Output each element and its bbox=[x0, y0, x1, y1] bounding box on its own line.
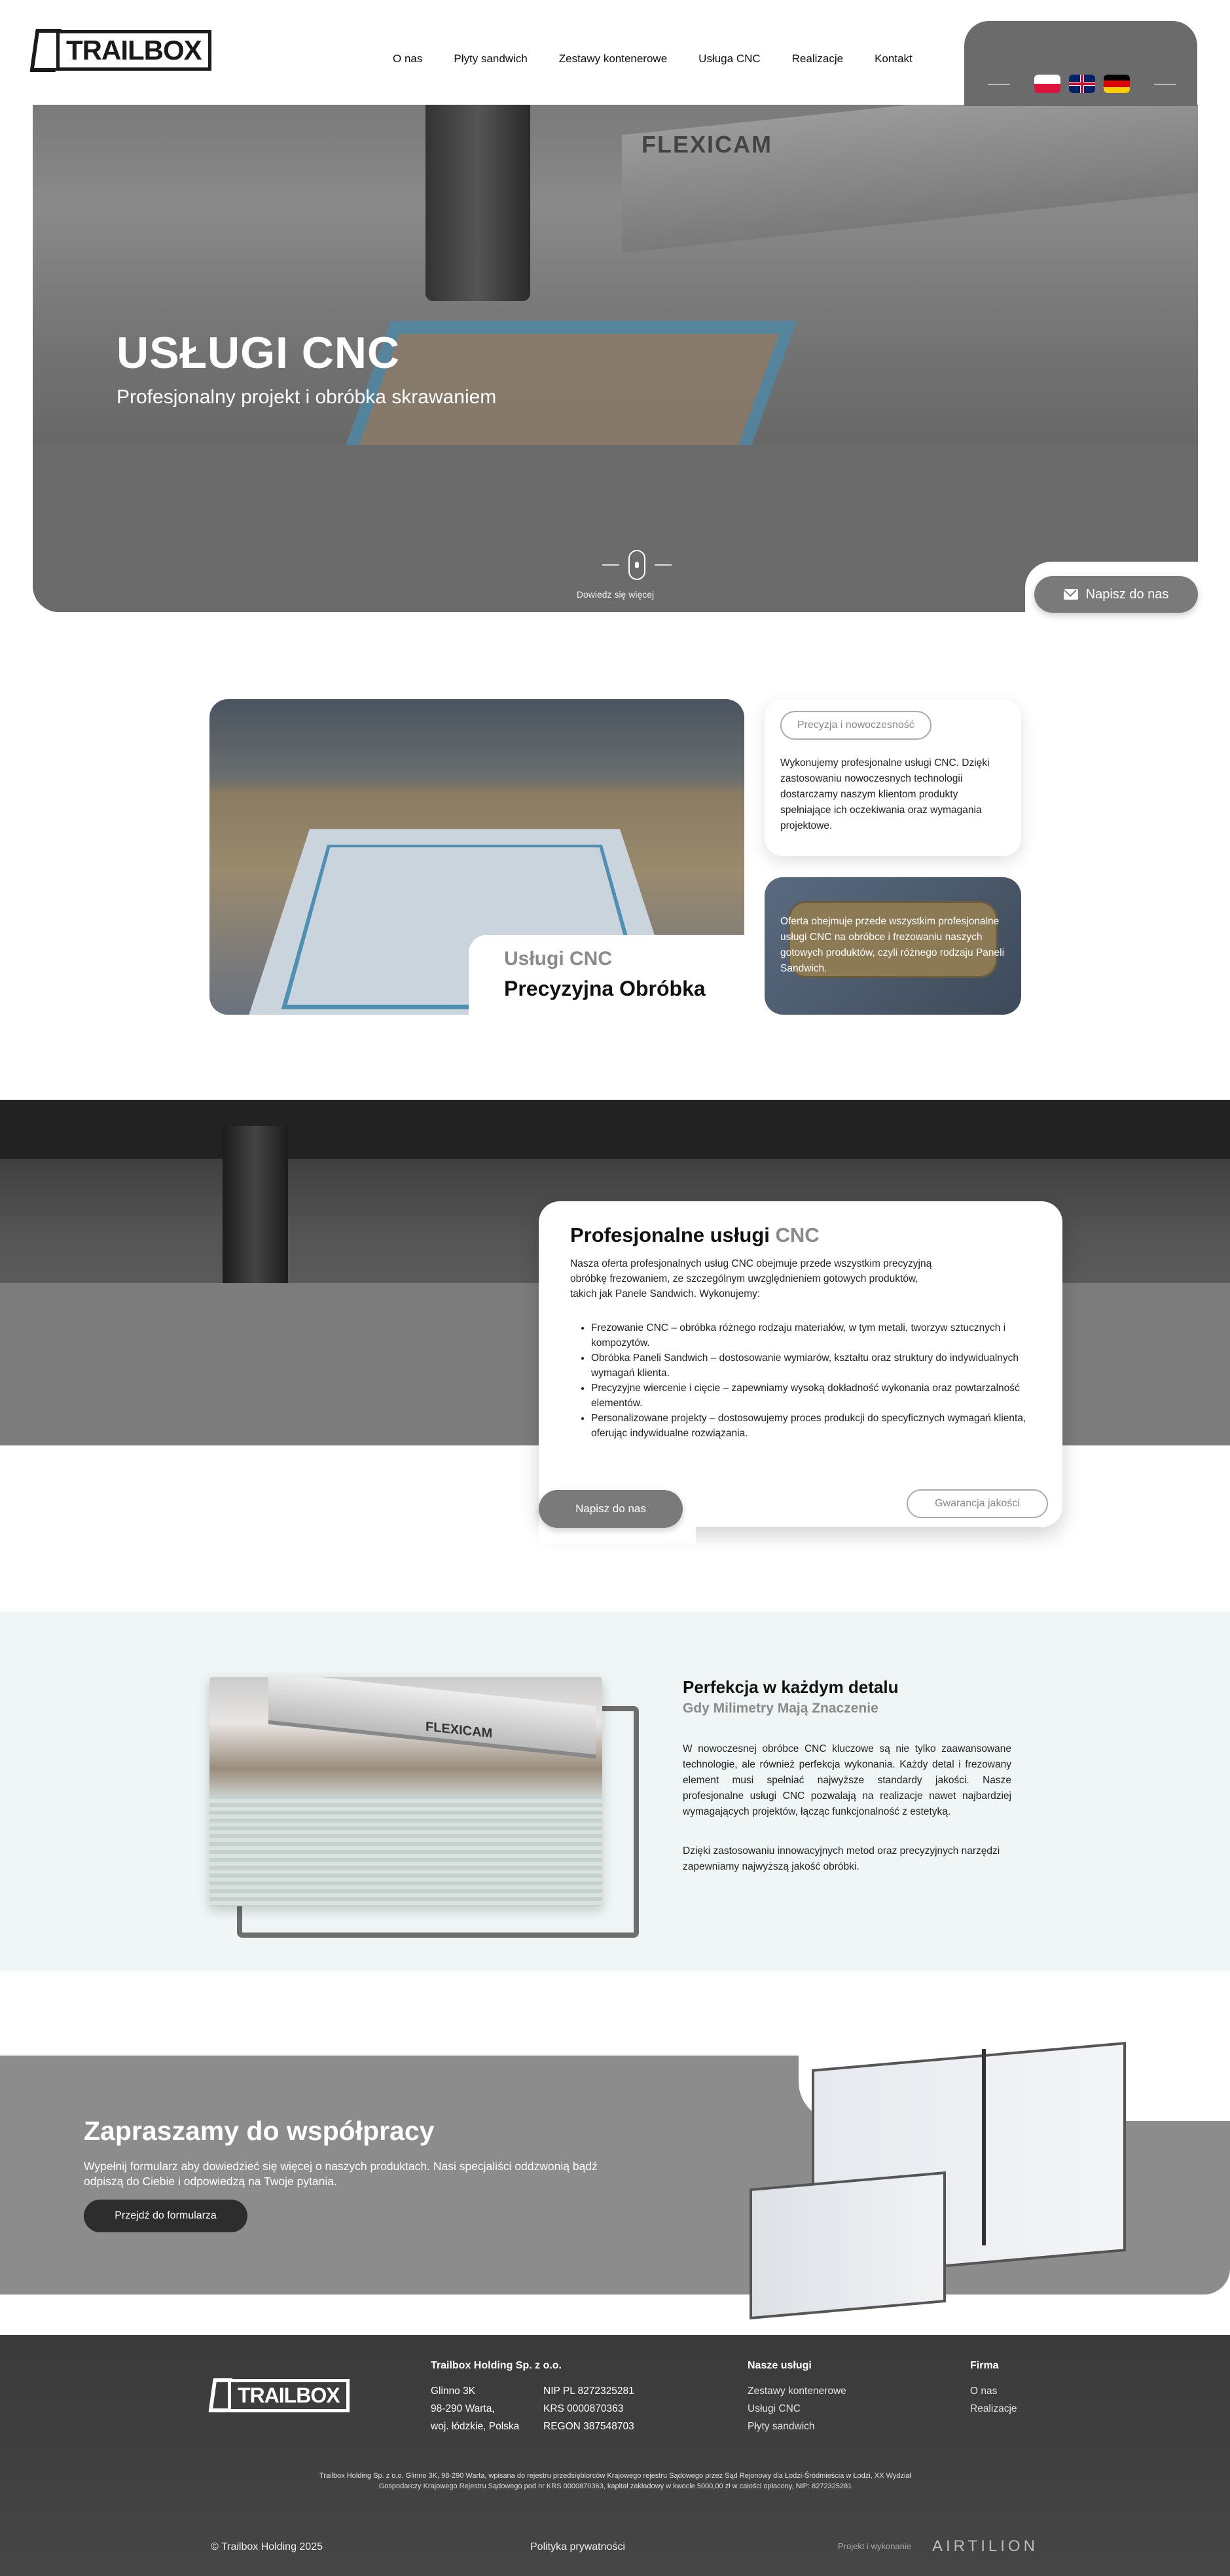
container-small-body bbox=[750, 2171, 946, 2320]
main-nav: O nas Płyty sandwich Zestawy kontenerowe… bbox=[393, 52, 913, 65]
services-list: Frezowanie CNC – obróbka różnego rodzaju… bbox=[591, 1320, 1043, 1441]
footer-made-by: Projekt i wykonanie bbox=[838, 2541, 911, 2551]
hero-sheet bbox=[33, 445, 1198, 612]
footer-services-col: Nasze usługi Zestawy kontenerowe Usługi … bbox=[748, 2357, 846, 2435]
detail-subtitle: Gdy Milimetry Mają Znaczenie bbox=[683, 1701, 878, 1716]
nav-item-kontakt[interactable]: Kontakt bbox=[875, 52, 913, 65]
intro-caption-tab bbox=[469, 935, 757, 1016]
footer-company-col: Trailbox Holding Sp. z o.o. Glinno 3K 98… bbox=[431, 2357, 562, 2435]
nav-item-plyty-sandwich[interactable]: Płyty sandwich bbox=[454, 52, 527, 65]
footer-link-o-nas[interactable]: O nas bbox=[970, 2382, 1017, 2400]
cta-form-button[interactable]: Przejdź do formularza bbox=[84, 2200, 247, 2232]
services-list-item: Frezowanie CNC – obróbka różnego rodzaju… bbox=[591, 1320, 1043, 1351]
flag-de-icon[interactable] bbox=[1104, 75, 1130, 93]
footer-link-plyty[interactable]: Płyty sandwich bbox=[748, 2418, 846, 2435]
footer-legal-text: Trailbox Holding Sp. z o.o. Glinno 3K, 9… bbox=[319, 2472, 911, 2490]
services-list-item: Obróbka Paneli Sandwich – dostosowanie w… bbox=[591, 1351, 1043, 1381]
services-title-gray: CNC bbox=[775, 1224, 820, 1246]
footer-agency-logo[interactable]: AIRTILION bbox=[932, 2537, 1038, 2556]
hero-machine-label: FLEXICAM bbox=[642, 131, 772, 158]
footer-privacy-link[interactable]: Polityka prywatności bbox=[530, 2541, 625, 2553]
scroll-line-left bbox=[602, 564, 619, 566]
footer-nip: NIP PL 8272325281 bbox=[543, 2386, 634, 2397]
cta-title: Zapraszamy do współpracy bbox=[84, 2116, 435, 2146]
mail-icon bbox=[1063, 589, 1078, 600]
detail-title: Perfekcja w każdym detalu bbox=[683, 1677, 899, 1697]
language-switcher bbox=[964, 21, 1197, 106]
scroll-line-right bbox=[655, 564, 672, 566]
intro-card: Precyzja i nowoczesność Wykonujemy profe… bbox=[765, 699, 1021, 856]
footer-address-line: 98-290 Warta, bbox=[431, 2403, 495, 2414]
site-footer bbox=[0, 2335, 1230, 2576]
footer-services-title: Nasze usługi bbox=[748, 2360, 812, 2371]
services-list-item: Personalizowane projekty – dostosowujemy… bbox=[591, 1411, 1043, 1441]
intro-card-text: Wykonujemy profesjonalne usługi CNC. Dzi… bbox=[780, 757, 990, 831]
container-large-door bbox=[982, 2049, 1113, 2245]
services-intro: Nasza oferta profesjonalnych usług CNC o… bbox=[570, 1258, 932, 1299]
hero-machine-beam bbox=[622, 105, 1198, 253]
intro-image-card-text: Oferta obejmuje przede wszystkim profesj… bbox=[780, 916, 1005, 974]
contact-button[interactable]: Napisz do nas bbox=[1034, 576, 1198, 613]
trailbox-logo[interactable]: TRAILBOX bbox=[29, 29, 211, 72]
intro-label-gray: Usługi CNC bbox=[504, 948, 612, 970]
detail-paragraph-2: Dzięki zastosowaniu innowacyjnych metod … bbox=[683, 1845, 1000, 1872]
detail-panel bbox=[209, 1795, 602, 1906]
hero-title: USŁUGI CNC bbox=[117, 328, 401, 378]
footer-company-name: Trailbox Holding Sp. z o.o. bbox=[431, 2360, 562, 2371]
flag-pl-icon[interactable] bbox=[1034, 75, 1060, 93]
services-contact-button[interactable]: Napisz do nas bbox=[539, 1490, 683, 1528]
intro-label-dark: Precyzyjna Obróbka bbox=[504, 977, 706, 1000]
footer-copyright: © Trailbox Holding 2025 bbox=[211, 2541, 323, 2552]
quality-pill: Gwarancja jakości bbox=[907, 1489, 1048, 1518]
footer-company-links-title: Firma bbox=[970, 2360, 999, 2371]
footer-regon: REGON 387548703 bbox=[543, 2421, 634, 2432]
services-title-dark: Profesjonalne usługi bbox=[570, 1224, 770, 1246]
footer-link-cnc[interactable]: Usługi CNC bbox=[748, 2400, 846, 2418]
hero-section: FLEXICAM USŁUGI CNC Profesjonalny projek… bbox=[33, 105, 1198, 612]
services-rail bbox=[0, 1100, 1230, 1159]
hero-spindle bbox=[425, 105, 530, 301]
cta-text: Wypełnij formularz aby dowiedzieć się wi… bbox=[84, 2160, 598, 2188]
footer-logo[interactable]: TRAILBOX bbox=[208, 2378, 350, 2412]
footer-company-links-col: Firma O nas Realizacje bbox=[970, 2357, 1017, 2418]
mouse-icon bbox=[628, 550, 645, 580]
detail-image: FLEXICAM bbox=[209, 1677, 602, 1906]
intro-image-card: Oferta obejmuje przede wszystkim profesj… bbox=[765, 877, 1021, 1015]
container-small-image bbox=[743, 2160, 952, 2321]
footer-address-line: woj. łódzkie, Polska bbox=[431, 2421, 520, 2432]
footer-address-line: Glinno 3K bbox=[431, 2386, 476, 2397]
nav-item-realizacje[interactable]: Realizacje bbox=[792, 52, 843, 65]
services-tool bbox=[223, 1126, 288, 1296]
hero-subtitle: Profesjonalny projekt i obróbka skrawani… bbox=[117, 386, 497, 408]
footer-ids-col: NIP PL 8272325281 KRS 0000870363 REGON 3… bbox=[543, 2382, 634, 2435]
footer-krs: KRS 0000870363 bbox=[543, 2403, 624, 2414]
flag-en-icon[interactable] bbox=[1069, 75, 1095, 93]
nav-item-o-nas[interactable]: O nas bbox=[393, 52, 422, 65]
services-title: Profesjonalne usługi CNC bbox=[570, 1224, 820, 1247]
services-list-item: Precyzyjne wiercenie i cięcie – zapewnia… bbox=[591, 1381, 1043, 1411]
detail-gantry bbox=[268, 1677, 596, 1759]
nav-item-zestawy-kontenerowe[interactable]: Zestawy kontenerowe bbox=[559, 52, 667, 65]
lang-divider-right bbox=[1154, 84, 1176, 85]
footer-link-zestawy[interactable]: Zestawy kontenerowe bbox=[748, 2382, 846, 2400]
precision-pill: Precyzja i nowoczesność bbox=[780, 711, 932, 740]
contact-button-label: Napisz do nas bbox=[1085, 587, 1169, 602]
detail-paragraph-1: W nowoczesnej obróbce CNC kluczowe są ni… bbox=[683, 1743, 1011, 1817]
scroll-label[interactable]: Dowiedz się więcej bbox=[570, 589, 661, 600]
nav-item-usluga-cnc[interactable]: Usługa CNC bbox=[698, 52, 760, 65]
footer-link-realizacje[interactable]: Realizacje bbox=[970, 2400, 1017, 2418]
lang-divider-left bbox=[988, 84, 1010, 85]
footer-logo-text: TRAILBOX bbox=[228, 2378, 350, 2412]
logo-text: TRAILBOX bbox=[56, 30, 211, 71]
